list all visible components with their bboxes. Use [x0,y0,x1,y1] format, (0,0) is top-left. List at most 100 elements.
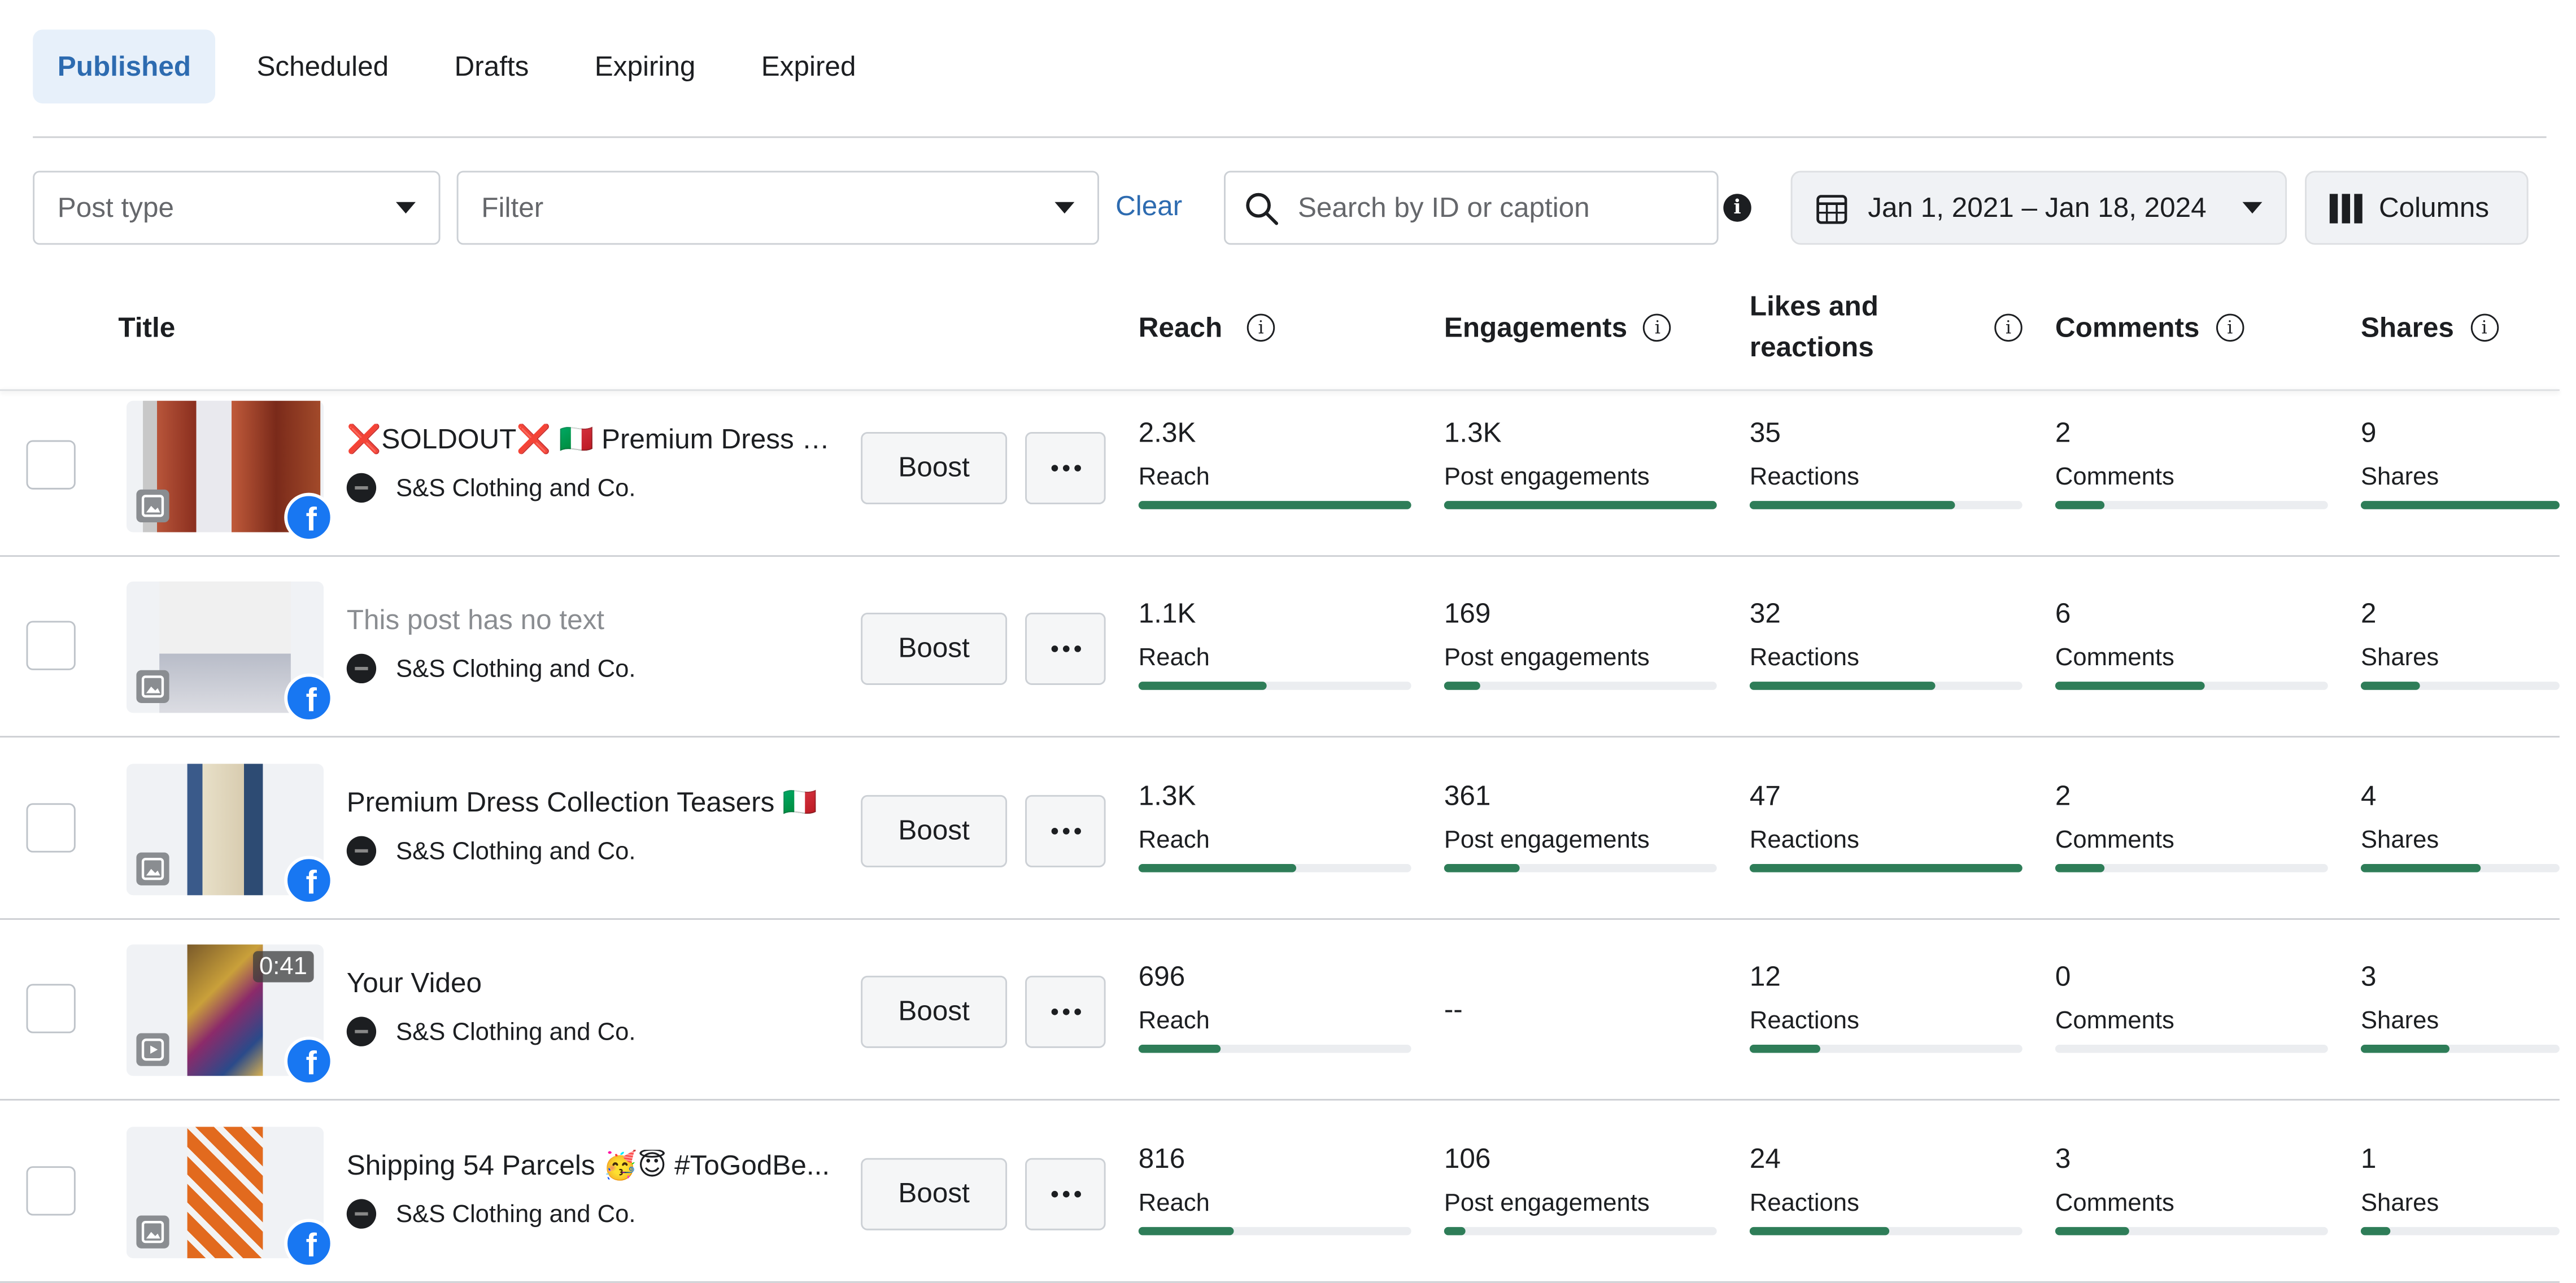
tab-scheduled[interactable]: Scheduled [232,29,413,103]
post-title[interactable]: Your Video [347,967,840,1000]
reach-bar-fill [1138,1044,1221,1053]
page-avatar [346,653,377,684]
table-row[interactable]: 0:41 f Your Video S&S Clothing and Co. Boost… [0,920,2560,1101]
date-range-button[interactable]: Jan 1, 2021 – Jan 18, 2024 [1790,171,2287,245]
row-select-checkbox[interactable] [26,803,76,853]
table-row[interactable]: f This post has no text S&S Clothing and C… [0,557,2560,738]
reactions-value: 35 [1749,417,1781,449]
search-info-icon[interactable]: i [1723,194,1751,222]
table-row[interactable]: f ❌SOLDOUT❌ 🇮🇹 Premium Dress C... S&S Clot… [0,391,2560,557]
date-range-label: Jan 1, 2021 – Jan 18, 2024 [1868,191,2207,223]
reactions-cell: 12 Reactions [1749,961,2023,1053]
engagements-bar [1444,1227,1717,1236]
post-thumbnail-image [159,581,291,713]
shares-label: Shares [2360,1007,2439,1035]
header-reach[interactable]: Reach i [1139,263,1275,391]
shares-cell: 1 Shares [2360,1144,2560,1236]
post-thumbnail[interactable]: f [126,763,334,905]
boost-button[interactable]: Boost [861,795,1008,867]
reach-bar [1138,864,1411,872]
post-thumbnail[interactable]: 0:41 f [126,944,334,1086]
header-likes-reactions[interactable]: Likes and reactions i [1750,263,2023,391]
reach-value: 1.1K [1138,597,1196,630]
post-type-dropdown[interactable]: Post type [33,171,441,245]
more-options-button[interactable] [1025,612,1106,685]
engagements-label: Post engagements [1444,826,1650,854]
row-select-checkbox[interactable] [26,984,76,1033]
columns-button[interactable]: Columns [2305,171,2529,245]
clear-filters-link[interactable]: Clear [1115,190,1182,223]
reach-info-icon[interactable]: i [1246,313,1275,341]
engagements-value: 1.3K [1444,417,1502,449]
header-shares[interactable]: Shares i [2361,263,2499,391]
reactions-bar [1749,864,2023,872]
row-select-checkbox[interactable] [26,621,76,670]
reactions-info-icon[interactable]: i [1994,313,2023,341]
tab-drafts[interactable]: Drafts [430,29,553,103]
photo-icon [136,1215,169,1249]
table-row[interactable]: f Premium Dress Collection Teasers 🇮🇹 S&S … [0,739,2560,920]
post-title[interactable]: ❌SOLDOUT❌ 🇮🇹 Premium Dress C... [347,424,840,456]
tab-expiring[interactable]: Expiring [570,29,720,103]
facebook-icon: f [284,1036,334,1086]
comments-value: 2 [2055,780,2071,811]
boost-button[interactable]: Boost [861,1158,1008,1230]
reactions-bar-fill [1749,864,2023,872]
shares-label: Shares [2360,644,2439,672]
comments-bar-fill [2055,864,2104,872]
engagements-cell: -- [1444,961,1717,1030]
tab-expired[interactable]: Expired [736,29,881,103]
post-title[interactable]: Shipping 54 Parcels 🥳😇 #ToGodBe... [347,1150,840,1182]
engagements-cell: 361 Post engagements [1444,780,1717,872]
header-title[interactable]: Title [118,263,175,391]
boost-button[interactable]: Boost [861,432,1008,505]
post-thumbnail[interactable]: f [126,1127,334,1268]
comments-info-icon[interactable]: i [2216,313,2244,341]
engagements-info-icon[interactable]: i [1644,313,1672,341]
page-avatar [346,473,377,503]
engagements-bar-fill [1444,682,1480,690]
engagements-bar [1444,864,1717,872]
more-options-button[interactable] [1025,975,1106,1048]
boost-button[interactable]: Boost [861,975,1008,1048]
post-type-placeholder: Post type [57,191,174,223]
post-thumbnail[interactable]: f [126,581,334,723]
caret-down-icon [2242,202,2263,214]
reach-value: 696 [1138,961,1185,992]
filter-dropdown[interactable]: Filter [456,171,1099,245]
post-title[interactable]: This post has no text [347,604,840,637]
more-options-button[interactable] [1025,795,1106,867]
shares-bar [2360,864,2560,872]
header-comments[interactable]: Comments i [2055,263,2244,391]
post-title[interactable]: Premium Dress Collection Teasers 🇮🇹 [347,787,840,819]
engagements-bar [1444,682,1717,690]
comments-bar [2055,682,2328,690]
reach-cell: 2.3K Reach [1138,417,1411,509]
row-select-checkbox[interactable] [26,440,76,490]
reactions-label: Reactions [1749,644,1859,672]
boost-button[interactable]: Boost [861,612,1008,685]
engagements-cell: 1.3K Post engagements [1444,417,1717,509]
photo-icon [136,670,169,703]
facebook-icon: f [284,673,334,723]
calendar-icon [1816,194,1847,224]
reach-bar [1138,501,1411,509]
search-input[interactable] [1294,189,1697,226]
row-select-checkbox[interactable] [26,1166,76,1216]
shares-bar [2360,682,2560,690]
post-thumbnail[interactable]: f [126,400,334,542]
more-options-button[interactable] [1025,1158,1106,1230]
row-divider [0,736,2560,738]
tab-published[interactable]: Published [33,29,216,104]
header-engagements[interactable]: Engagements i [1444,263,1672,391]
shares-info-icon[interactable]: i [2470,313,2499,341]
comments-value: 6 [2055,597,2071,630]
photo-icon [136,852,169,885]
reach-label: Reach [1138,463,1210,491]
more-options-button[interactable] [1025,432,1106,505]
table-row[interactable]: f Shipping 54 Parcels 🥳😇 #ToGodBe... S&S C… [0,1102,2560,1283]
reactions-value: 32 [1749,597,1781,630]
reactions-label: Reactions [1749,1189,1859,1217]
comments-bar [2055,1044,2328,1053]
comments-cell: 0 Comments [2055,961,2328,1053]
